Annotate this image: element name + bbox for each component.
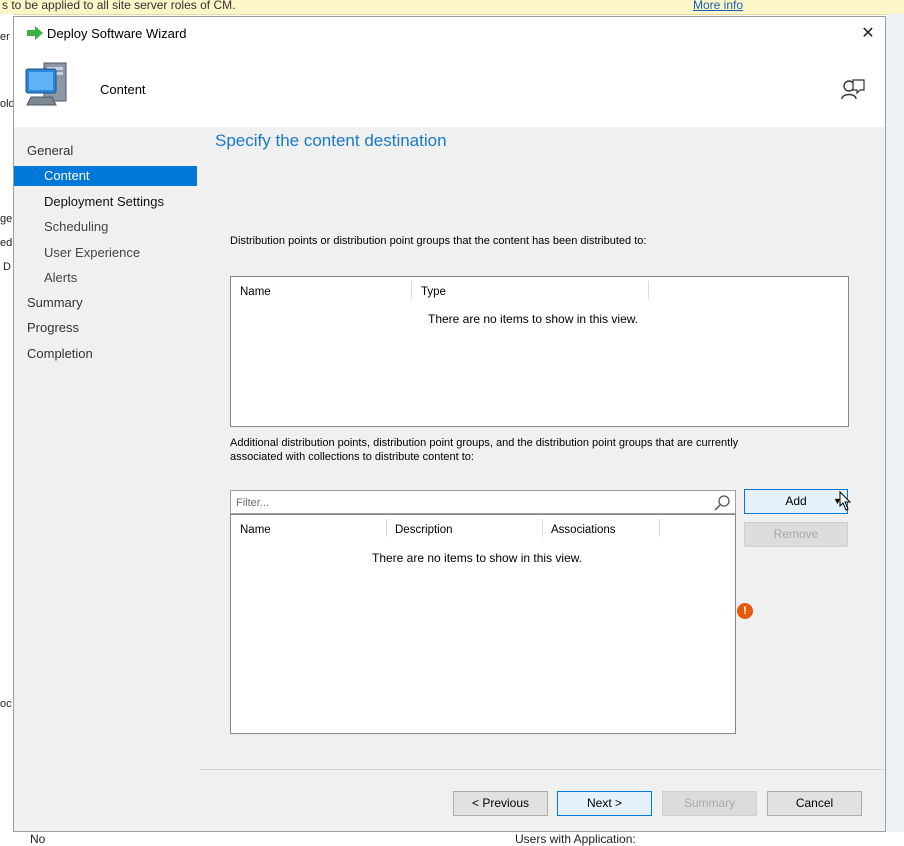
title-bar: Deploy Software Wizard ✕ [14, 17, 885, 51]
background-fragment: D [3, 261, 11, 273]
add-button[interactable]: Add ▼ [744, 489, 848, 514]
column-separator [386, 519, 387, 537]
nav-item-alerts[interactable]: Alerts [44, 268, 77, 288]
add-button-label: Add [785, 494, 807, 508]
filter-placeholder: Filter... [236, 497, 270, 509]
page-heading: Specify the content destination [215, 131, 447, 150]
mouse-cursor-icon [839, 490, 852, 511]
background-fragment: ed [0, 237, 13, 249]
nav-item-general[interactable]: General [27, 141, 73, 161]
computer-icon [25, 62, 67, 106]
column-separator [659, 519, 660, 537]
cancel-button[interactable]: Cancel [767, 791, 862, 816]
previous-button[interactable]: < Previous [453, 791, 548, 816]
background-fragment: oc [0, 698, 12, 710]
background-right-strip [886, 14, 904, 846]
more-info-link[interactable]: More info [693, 0, 743, 12]
additional-label-line1: Additional distribution points, distribu… [230, 437, 739, 449]
background-bottom-text: Users with Application: [515, 832, 636, 846]
additional-destinations-list[interactable]: Name Description Associations There are … [230, 514, 736, 734]
background-fragment: ge [0, 213, 13, 225]
info-banner: s to be applied to all site server roles… [0, 0, 904, 15]
filter-input[interactable]: Filter... [230, 490, 736, 514]
nav-item-deployment-settings[interactable]: Deployment Settings [44, 192, 164, 212]
column-header-description[interactable]: Description [395, 524, 453, 536]
background-fragment: er [0, 31, 10, 43]
remove-button[interactable]: Remove [744, 522, 848, 547]
banner-text: s to be applied to all site server roles… [2, 0, 236, 12]
nav-item-content[interactable]: Content [14, 166, 197, 186]
column-separator [542, 519, 543, 537]
nav-item-summary[interactable]: Summary [27, 293, 83, 313]
arrow-right-icon [27, 26, 43, 40]
header-title: Content [100, 82, 146, 97]
warning-icon: ! [737, 603, 753, 619]
column-header-name[interactable]: Name [240, 286, 271, 298]
column-header-name[interactable]: Name [240, 524, 271, 536]
distributed-to-label: Distribution points or distribution poin… [230, 235, 647, 247]
summary-button[interactable]: Summary [662, 791, 757, 816]
column-separator [648, 281, 649, 299]
empty-list-message: There are no items to show in this view. [428, 312, 639, 326]
dialog-title: Deploy Software Wizard [47, 26, 187, 41]
nav-item-user-experience[interactable]: User Experience [44, 243, 140, 263]
column-separator [411, 281, 412, 299]
background-left-strip: er old ge ed D oc [0, 14, 15, 846]
wizard-navigation: General Content Deployment Settings Sche… [14, 127, 200, 831]
additional-label-line2: associated with collections to distribut… [230, 451, 474, 463]
background-bottom-strip [0, 832, 904, 846]
close-button[interactable]: ✕ [856, 23, 880, 45]
distributed-list[interactable]: Name Type There are no items to show in … [230, 276, 849, 427]
nav-item-completion[interactable]: Completion [27, 344, 93, 364]
search-icon[interactable] [713, 494, 731, 512]
next-button[interactable]: Next > [557, 791, 652, 816]
nav-item-scheduling[interactable]: Scheduling [44, 217, 108, 237]
background-bottom-text: No [30, 832, 46, 846]
column-header-type[interactable]: Type [421, 286, 446, 298]
column-header-associations[interactable]: Associations [551, 524, 616, 536]
empty-list-message: There are no items to show in this view. [372, 551, 583, 565]
nav-item-progress[interactable]: Progress [27, 318, 79, 338]
help-user-icon[interactable] [840, 77, 866, 103]
